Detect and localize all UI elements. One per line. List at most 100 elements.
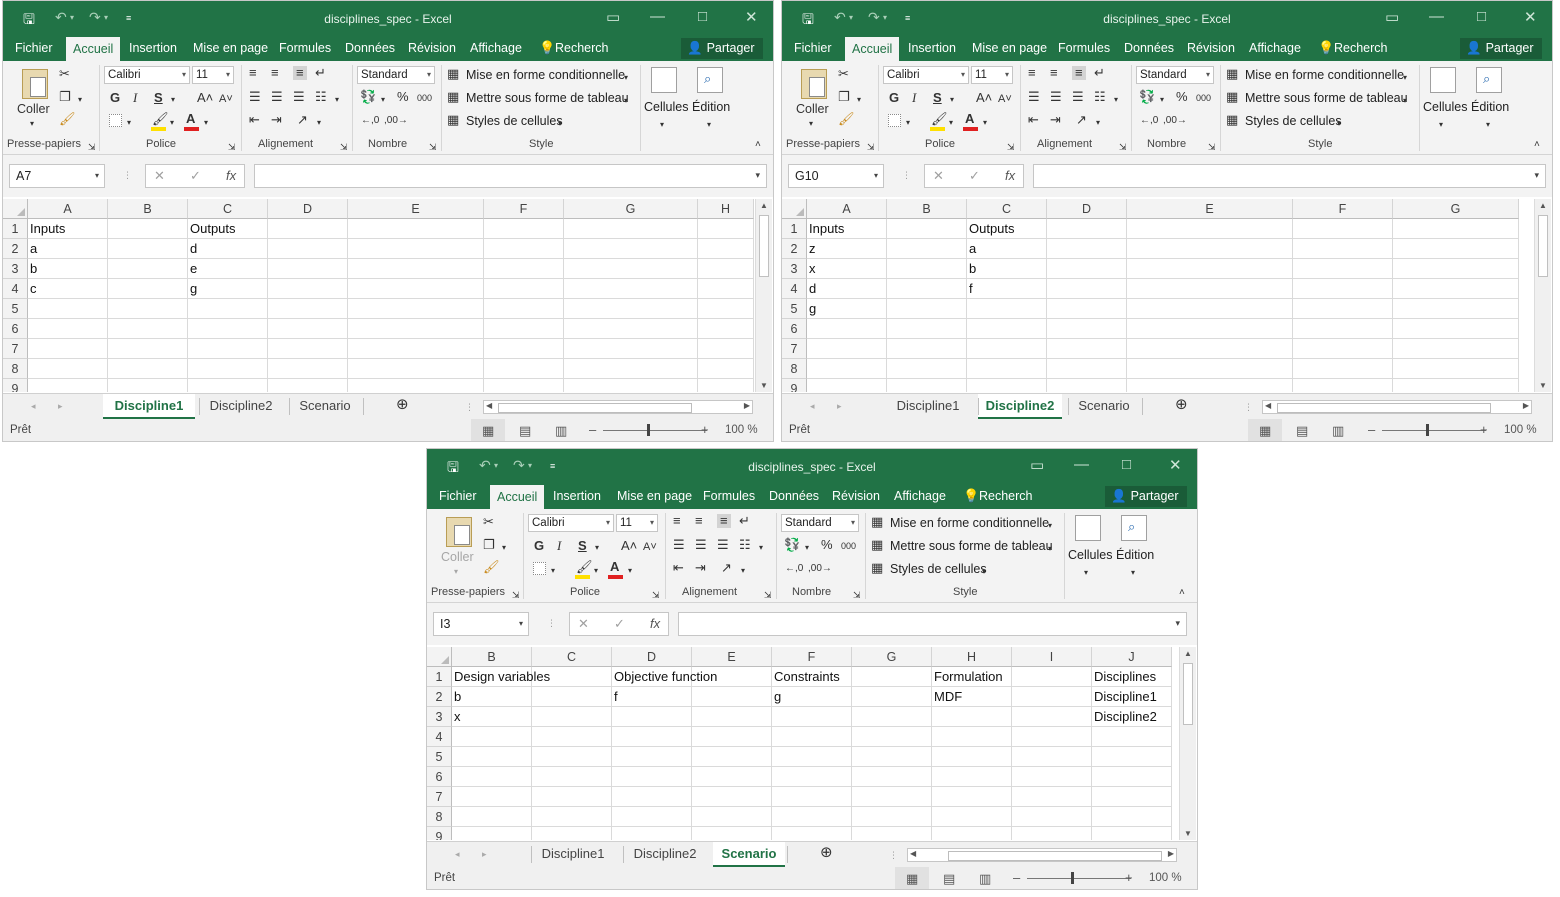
increase-indent-icon[interactable]: ⇥ (1050, 113, 1061, 127)
cell[interactable] (1293, 279, 1393, 299)
row-header[interactable]: 8 (427, 807, 452, 827)
horizontal-scrollbar[interactable]: ◀ ▶ (483, 400, 753, 414)
scroll-down-icon[interactable]: ▼ (1184, 829, 1192, 838)
scroll-left-icon[interactable]: ◀ (486, 401, 492, 410)
italic-icon[interactable]: I (912, 91, 916, 105)
cell[interactable]: b (967, 259, 1047, 279)
row-header[interactable]: 6 (782, 319, 807, 339)
cell[interactable] (1012, 687, 1092, 707)
page-break-view-icon[interactable]: ▥ (555, 423, 567, 439)
cell[interactable] (932, 827, 1012, 840)
ribbon-tab-4[interactable]: Formules (703, 489, 755, 503)
cell[interactable] (452, 827, 532, 840)
paste-label[interactable]: Coller (17, 102, 50, 116)
sheet-next-icon[interactable]: ▸ (58, 399, 63, 413)
ribbon-tab-5[interactable]: Données (1124, 41, 1174, 55)
ribbon-tab-5[interactable]: Données (769, 489, 819, 503)
maximize-icon[interactable]: □ (1477, 8, 1486, 25)
column-header[interactable]: C (967, 199, 1047, 219)
cell[interactable] (564, 279, 698, 299)
increase-decimal-icon[interactable]: ←,0 (785, 562, 803, 576)
editing-button[interactable]: Édition (1116, 548, 1154, 562)
cell[interactable] (1127, 339, 1293, 359)
clipboard-launcher-icon[interactable]: ⇲ (88, 140, 96, 154)
collapse-ribbon-icon[interactable]: ˄ (1534, 138, 1540, 152)
borders-icon[interactable] (109, 114, 122, 127)
align-middle-icon[interactable]: ≡ (695, 514, 703, 528)
cell[interactable] (772, 707, 852, 727)
cell[interactable] (1393, 379, 1519, 392)
cancel-icon[interactable]: ✕ (578, 616, 589, 632)
ribbon-tab-8[interactable]: Recherch (1334, 41, 1388, 55)
cell[interactable]: Formulation (932, 667, 1012, 687)
cells-dropdown-icon[interactable]: ▾ (1084, 566, 1088, 580)
cells-icon[interactable] (1430, 67, 1456, 93)
scroll-thumb[interactable] (1538, 215, 1548, 277)
orientation-icon[interactable]: ↗ (297, 113, 308, 127)
row-header[interactable]: 5 (3, 299, 28, 319)
column-header[interactable]: A (28, 199, 108, 219)
sheet-tab-discipline2[interactable]: Discipline2 (978, 394, 1062, 419)
cell[interactable]: Objective function (612, 667, 717, 687)
row-header[interactable]: 9 (3, 379, 28, 392)
increase-indent-icon[interactable]: ⇥ (271, 113, 282, 127)
sheet-next-icon[interactable]: ▸ (837, 399, 842, 413)
cell[interactable] (1047, 219, 1127, 239)
chevron-down-icon[interactable]: ▾ (1534, 170, 1539, 181)
clipboard-launcher-icon[interactable]: ⇲ (512, 588, 520, 602)
row-header[interactable]: 6 (427, 767, 452, 787)
cell[interactable] (772, 807, 852, 827)
cell[interactable] (108, 219, 188, 239)
cell[interactable] (108, 339, 188, 359)
cell[interactable] (1047, 279, 1127, 299)
cell[interactable] (852, 747, 932, 767)
increase-indent-icon[interactable]: ⇥ (695, 561, 706, 575)
cell[interactable] (932, 787, 1012, 807)
cell[interactable] (348, 379, 484, 392)
row-header[interactable]: 4 (3, 279, 28, 299)
cell[interactable] (852, 807, 932, 827)
cell[interactable] (484, 219, 564, 239)
vertical-scrollbar[interactable]: ▲ ▼ (755, 199, 772, 392)
cell-styles-icon[interactable]: ▦ (1226, 113, 1238, 127)
orientation-dropdown-icon[interactable]: ▾ (1096, 116, 1100, 130)
number-launcher-icon[interactable]: ⇲ (429, 140, 437, 154)
merge-center-icon[interactable]: ☷ (315, 90, 327, 104)
formula-input[interactable]: ▾ (1033, 164, 1546, 188)
font-size-select[interactable]: 11 ▾ (616, 514, 658, 532)
alignment-launcher-icon[interactable]: ⇲ (340, 140, 348, 154)
cell[interactable]: d (807, 279, 887, 299)
sheet-prev-icon[interactable]: ◂ (31, 399, 36, 413)
cell[interactable] (532, 747, 612, 767)
underline-icon[interactable]: S (933, 91, 942, 105)
merge-dropdown-icon[interactable]: ▾ (759, 541, 763, 555)
cell[interactable] (532, 707, 612, 727)
cell[interactable] (1127, 259, 1293, 279)
cell-styles-button[interactable]: Styles de cellules (890, 562, 987, 576)
row-header[interactable]: 8 (3, 359, 28, 379)
zoom-out-icon[interactable]: – (1013, 870, 1020, 885)
row-header[interactable]: 3 (3, 259, 28, 279)
align-bottom-icon[interactable]: ≡ (1072, 66, 1086, 80)
cell[interactable] (807, 379, 887, 392)
ribbon-tab-6[interactable]: Révision (1187, 41, 1235, 55)
alignment-launcher-icon[interactable]: ⇲ (1119, 140, 1127, 154)
cell[interactable] (1127, 379, 1293, 392)
cell[interactable]: a (28, 239, 108, 259)
cells-icon[interactable] (651, 67, 677, 93)
cell[interactable] (268, 339, 348, 359)
cell[interactable] (698, 219, 754, 239)
fill-color-icon[interactable]: 🖌 (931, 112, 948, 126)
cell[interactable] (698, 239, 754, 259)
ribbon-tab-7[interactable]: Affichage (470, 41, 522, 55)
currency-dropdown-icon[interactable]: ▾ (805, 541, 809, 555)
cell[interactable] (1393, 259, 1519, 279)
maximize-icon[interactable]: □ (698, 8, 707, 25)
zoom-slider-thumb[interactable] (1071, 872, 1074, 884)
cell[interactable] (532, 667, 612, 687)
ribbon-tab-8[interactable]: Recherch (555, 41, 609, 55)
font-color-dropdown-icon[interactable]: ▾ (983, 116, 987, 130)
row-header[interactable]: 5 (782, 299, 807, 319)
row-header[interactable]: 7 (782, 339, 807, 359)
cell[interactable] (967, 379, 1047, 392)
